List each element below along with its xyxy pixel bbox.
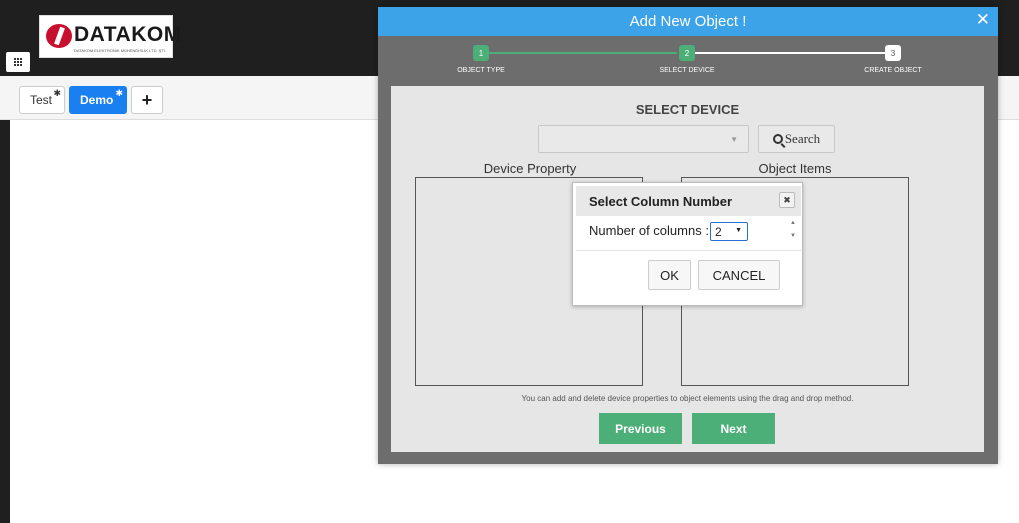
tab-demo[interactable]: Demo ✱ <box>69 86 127 114</box>
step-label-create-object: CREATE OBJECT <box>864 67 922 74</box>
grid-icon <box>14 58 22 66</box>
dialog-scrollbar[interactable]: ▲ ▼ <box>787 218 799 246</box>
gear-icon[interactable]: ✱ <box>53 88 61 99</box>
step-indicator-3: 3 <box>885 45 901 61</box>
columns-label: Number of columns : <box>589 223 709 238</box>
drag-drop-hint: You can add and delete device properties… <box>521 394 854 403</box>
object-items-title: Object Items <box>758 161 832 176</box>
left-rail <box>0 120 10 523</box>
datakom-logo: DATAKOM DATAKOM ELEKTRONIK MÜHENDİSLİK L… <box>39 15 181 58</box>
logo-mark-icon <box>46 24 72 48</box>
search-icon <box>772 134 783 144</box>
wizard-steps: 1 2 3 OBJECT TYPE SELECT DEVICE CREATE O… <box>378 36 998 88</box>
previous-button[interactable]: Previous <box>599 413 682 444</box>
dialog-header: Select Column Number ✖ <box>576 186 801 216</box>
ok-button[interactable]: OK <box>648 260 691 290</box>
modal-title: Add New Object ! <box>629 13 747 30</box>
search-label: Search <box>784 131 821 146</box>
logo-text: DATAKOM <box>74 23 182 46</box>
dialog-title: Select Column Number <box>589 194 733 209</box>
apps-menu-button[interactable] <box>6 52 30 72</box>
chevron-down-icon: ▼ <box>735 227 742 234</box>
columns-select[interactable]: 2 ▼ <box>710 222 748 241</box>
gear-icon[interactable]: ✱ <box>115 88 123 99</box>
chevron-down-icon: ▼ <box>730 135 738 144</box>
tab-test[interactable]: Test ✱ <box>19 86 65 114</box>
columns-select-value: 2 <box>715 224 722 239</box>
step-indicator-1: 1 <box>473 45 489 61</box>
dialog-divider <box>576 250 801 251</box>
add-tab-button[interactable]: + <box>131 86 163 114</box>
cancel-button[interactable]: CANCEL <box>698 260 780 290</box>
step-label-object-type: OBJECT TYPE <box>457 67 505 74</box>
step-connector <box>487 52 677 54</box>
tab-label: Test <box>30 93 53 107</box>
device-select[interactable]: ▼ <box>538 125 749 153</box>
close-icon[interactable]: ✕ <box>976 10 990 30</box>
scroll-up-icon[interactable]: ▲ <box>790 220 796 226</box>
search-button[interactable]: Search <box>758 125 835 153</box>
step-label-select-device: SELECT DEVICE <box>659 67 715 74</box>
scroll-down-icon[interactable]: ▼ <box>790 233 796 239</box>
step-indicator-2: 2 <box>679 45 695 61</box>
device-property-title: Device Property <box>483 161 577 176</box>
section-title: SELECT DEVICE <box>635 102 740 117</box>
select-column-dialog: Select Column Number ✖ Number of columns… <box>572 182 803 306</box>
next-button[interactable]: Next <box>692 413 775 444</box>
logo-subtext: DATAKOM ELEKTRONIK MÜHENDİSLİK LTD. ŞTİ. <box>74 48 167 53</box>
close-icon[interactable]: ✖ <box>779 192 795 208</box>
step-connector <box>695 52 885 54</box>
modal-header: Add New Object ! ✕ <box>378 7 998 36</box>
tab-label: Demo <box>80 93 114 107</box>
